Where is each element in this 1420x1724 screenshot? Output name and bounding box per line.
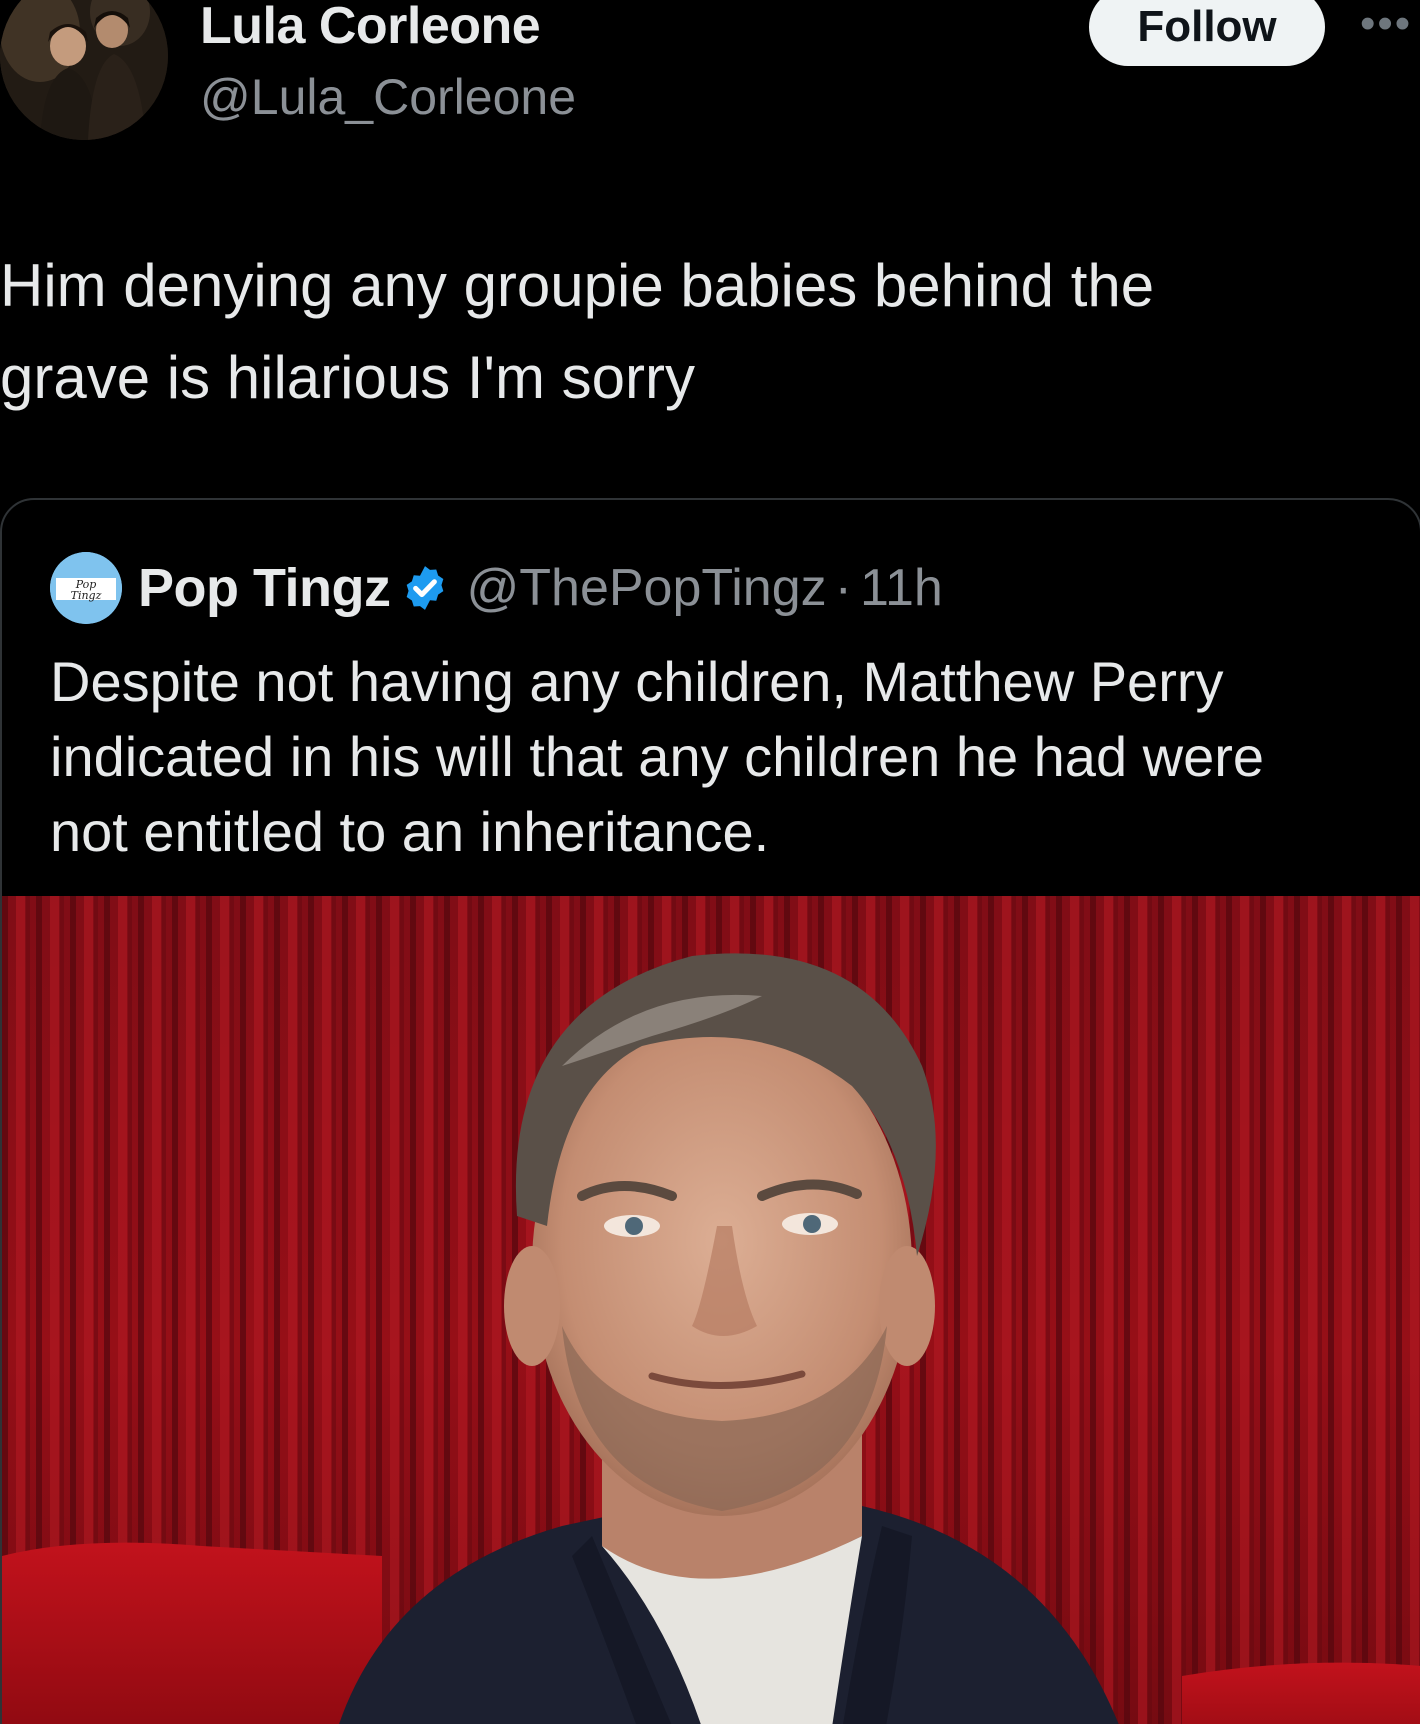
quoted-tweet-timestamp[interactable]: 11h <box>860 558 943 618</box>
quoted-tweet-header: Pop Tingz Pop Tingz @ThePopTingz · 11h <box>50 548 943 628</box>
quoted-tweet-line: not entitled to an inheritance. <box>50 800 770 863</box>
separator-dot: · <box>834 559 852 617</box>
more-options-icon[interactable]: ••• <box>1360 2 1420 46</box>
quoted-author-name[interactable]: Pop Tingz <box>138 557 391 619</box>
portrait-image <box>2 896 1420 1724</box>
author-display-name[interactable]: Lula Corleone <box>200 0 541 56</box>
pop-tingz-logo-icon: Pop Tingz <box>50 552 122 624</box>
quoted-tweet-card[interactable]: Pop Tingz Pop Tingz @ThePopTingz · 11h D… <box>0 498 1420 1724</box>
tweet-text: Him denying any groupie babies behind th… <box>0 240 1400 424</box>
follow-button[interactable]: Follow <box>1089 0 1325 66</box>
tweet-text-line: Him denying any groupie babies behind th… <box>0 252 1155 319</box>
quoted-tweet-line: indicated in his will that any children … <box>50 725 1265 788</box>
verified-badge-icon <box>407 566 444 610</box>
post-page: Lula Corleone @Lula_Corleone Follow ••• … <box>0 0 1420 1724</box>
logo-text: Tingz <box>71 589 102 602</box>
quoted-tweet-text: Despite not having any children, Matthew… <box>50 644 1390 869</box>
author-avatar[interactable] <box>0 0 168 140</box>
tweet-text-line: grave is hilarious I'm sorry <box>0 344 695 411</box>
quoted-tweet-line: Despite not having any children, Matthew… <box>50 650 1224 713</box>
profile-photo-icon <box>0 0 168 140</box>
quoted-author-handle[interactable]: @ThePopTingz <box>466 558 826 618</box>
quoted-tweet-photo[interactable] <box>2 896 1420 1724</box>
quoted-author-avatar[interactable]: Pop Tingz <box>50 552 122 624</box>
author-handle[interactable]: @Lula_Corleone <box>200 68 576 126</box>
